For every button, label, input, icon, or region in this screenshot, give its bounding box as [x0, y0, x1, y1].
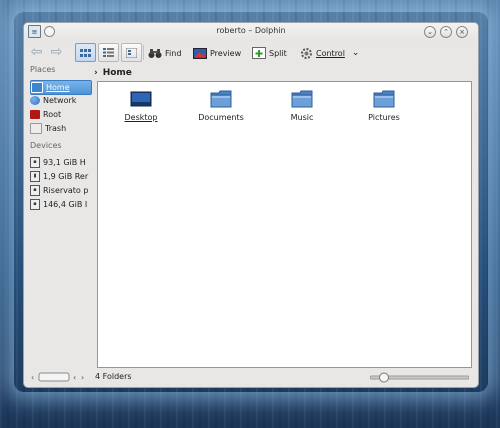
binoculars-icon — [148, 48, 162, 58]
device-label: 1,9 GiB Rer — [43, 172, 89, 181]
close-icon[interactable]: × — [456, 26, 468, 38]
folder-desktop[interactable]: Desktop — [106, 90, 176, 122]
title-bar[interactable]: ≡ roberto – Dolphin ⌄ ⌃ × — [24, 23, 478, 41]
trash-icon — [30, 123, 42, 134]
sidebar-item-label: Home — [46, 83, 70, 92]
folder-icon — [373, 90, 395, 108]
file-view[interactable]: Desktop Documents Music Pictures — [97, 81, 472, 368]
chevron-down-icon: ⌄ — [351, 48, 360, 58]
hard-disk-icon: ▪ — [30, 157, 40, 168]
breadcrumb[interactable]: › Home — [94, 65, 474, 81]
root-folder-icon — [30, 110, 40, 119]
home-folder-icon — [31, 82, 43, 93]
sidebar-item-home[interactable]: Home — [30, 80, 92, 95]
sidebar-item-label: Network — [43, 96, 77, 105]
device-label: 93,1 GiB H — [43, 158, 86, 167]
sidebar-device-item[interactable]: ▪ 146,4 GiB I — [30, 198, 92, 211]
forward-arrow-icon[interactable]: ⇨ — [49, 45, 64, 60]
svg-text:‹: ‹ — [73, 373, 76, 382]
find-label: Find — [165, 48, 182, 58]
device-label: 146,4 GiB I — [43, 200, 88, 209]
places-heading: Places — [30, 65, 56, 74]
network-globe-icon — [30, 96, 40, 105]
main-toolbar: ⇦ ⇨ Find Preview Split Control ⌄ — [24, 41, 478, 65]
folder-label: Pictures — [368, 113, 400, 122]
minimize-icon[interactable]: ⌄ — [424, 26, 436, 38]
sidebar-device-item[interactable]: ▪ Riservato p — [30, 184, 92, 197]
sidebar-item-label: Root — [43, 110, 62, 119]
sidebar-device-item[interactable]: ▮ 1,9 GiB Rer — [30, 170, 92, 183]
sidebar-item-root[interactable]: Root — [30, 108, 90, 121]
gear-icon — [301, 47, 312, 59]
breadcrumb-current[interactable]: Home — [103, 68, 132, 78]
sidebar-item-label: Trash — [45, 124, 67, 133]
details-view-button[interactable] — [98, 43, 119, 62]
preview-label: Preview — [210, 48, 242, 58]
folder-label: Documents — [198, 113, 244, 122]
maximize-icon[interactable]: ⌃ — [440, 26, 452, 38]
status-bar: ‹ ‹ › 4 Folders — [24, 368, 478, 387]
toolbar-separator — [143, 45, 144, 60]
back-arrow-icon[interactable]: ⇦ — [29, 45, 44, 60]
sidebar-item-network[interactable]: Network — [30, 94, 90, 107]
control-label: Control — [316, 48, 345, 58]
device-label: Riservato p — [43, 186, 89, 195]
folder-icon — [291, 90, 313, 108]
split-button[interactable]: Split — [252, 44, 287, 62]
sidebar-scrollbar[interactable]: ‹ ‹ › — [31, 372, 89, 382]
control-button[interactable]: Control ⌄ — [300, 44, 359, 62]
desktop-folder-icon — [130, 90, 152, 108]
folder-music[interactable]: Music — [267, 90, 337, 122]
find-button[interactable]: Find — [148, 44, 181, 62]
folder-label: Music — [290, 113, 314, 122]
usb-drive-icon: ▮ — [30, 171, 40, 182]
split-icon — [252, 47, 266, 59]
zoom-slider[interactable] — [369, 371, 470, 384]
sidebar-device-item[interactable]: ▪ 93,1 GiB H — [30, 156, 92, 169]
preview-button[interactable]: Preview — [193, 44, 241, 62]
sidebar: Places Home Network Root Trash Devices ▪… — [28, 65, 92, 368]
sidebar-item-trash[interactable]: Trash — [30, 122, 90, 135]
window-title: roberto – Dolphin — [216, 26, 286, 35]
hard-disk-icon: ▪ — [30, 185, 40, 196]
chevron-right-icon: › — [94, 68, 98, 78]
svg-text:‹: ‹ — [31, 373, 34, 382]
folder-icon — [210, 90, 232, 108]
folder-documents[interactable]: Documents — [186, 90, 256, 122]
icons-view-button[interactable] — [75, 43, 96, 62]
preview-icon — [193, 47, 207, 59]
dolphin-window: ≡ roberto – Dolphin ⌄ ⌃ × ⇦ ⇨ Find Previ… — [23, 22, 479, 388]
folder-pictures[interactable]: Pictures — [349, 90, 419, 122]
devices-heading: Devices — [30, 141, 62, 150]
svg-text:›: › — [81, 373, 84, 382]
hard-disk-icon: ▪ — [30, 199, 40, 210]
folder-label: Desktop — [124, 113, 158, 122]
columns-view-button[interactable] — [121, 43, 142, 62]
status-text: 4 Folders — [95, 372, 132, 381]
split-label: Split — [269, 48, 287, 58]
